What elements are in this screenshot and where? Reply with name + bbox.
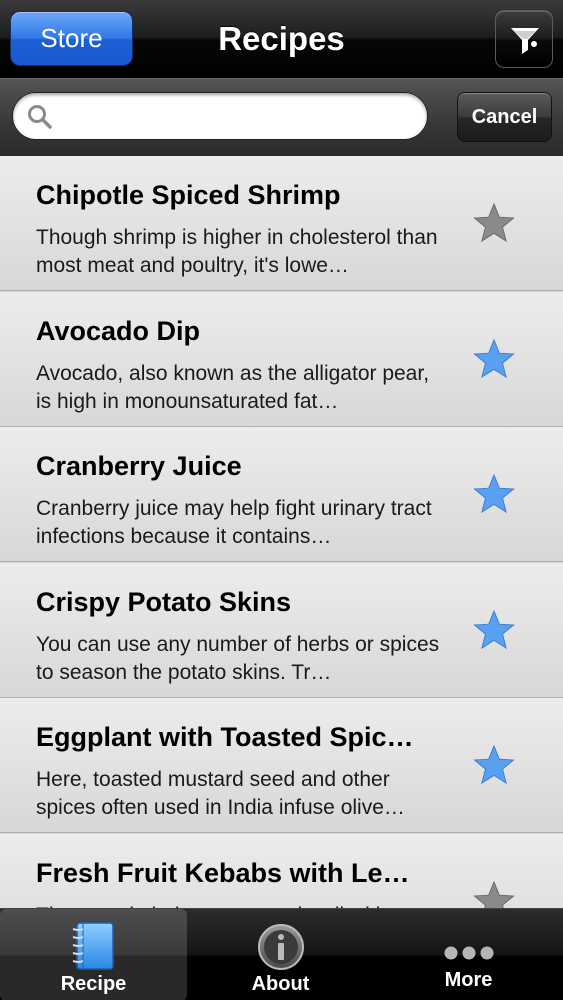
recipe-row[interactable]: Chipotle Spiced Shrimp Though shrimp is h… xyxy=(0,156,563,291)
recipe-title: Chipotle Spiced Shrimp xyxy=(36,180,341,210)
tab-recipe[interactable]: Recipe xyxy=(0,909,187,1000)
info-icon xyxy=(257,924,304,970)
filter-button[interactable] xyxy=(495,10,553,68)
tab-about[interactable]: About xyxy=(187,909,374,1000)
favorite-star-icon[interactable] xyxy=(472,338,516,380)
star-icon[interactable] xyxy=(472,202,516,244)
recipe-book-icon xyxy=(72,922,114,970)
tab-about-label: About xyxy=(251,973,310,995)
star-icon[interactable] xyxy=(472,880,516,908)
tab-more-label: More xyxy=(444,969,493,991)
navigation-bar: Store Recipes xyxy=(0,0,563,78)
tab-more[interactable]: More xyxy=(374,909,563,1000)
favorite-star-icon[interactable] xyxy=(472,744,516,786)
recipe-row[interactable]: Fresh Fruit Kebabs with Le…The oven keba… xyxy=(0,834,563,908)
search-input[interactable] xyxy=(61,99,416,133)
recipe-description: Avocado, also known as the alligator pea… xyxy=(36,362,430,413)
tab-recipe-label: Recipe xyxy=(60,973,127,995)
recipe-title: Crispy Potato Skins xyxy=(36,587,292,617)
recipe-row[interactable]: Crispy Potato Skins You can use any numbe… xyxy=(0,563,563,698)
recipe-row[interactable]: Eggplant with Toasted Spic… Here, toasted… xyxy=(0,698,563,833)
favorite-star-icon[interactable] xyxy=(472,473,516,515)
search-icon xyxy=(28,105,52,129)
search-field[interactable] xyxy=(12,92,428,140)
recipe-description: You can use any number of herbs or spice… xyxy=(36,633,440,684)
favorite-star-icon[interactable] xyxy=(472,609,516,651)
recipe-row[interactable]: Avocado Dip Avocado, also known as the al… xyxy=(0,292,563,427)
recipe-list[interactable]: Chipotle Spiced Shrimp Though shrimp is h… xyxy=(0,156,563,908)
recipe-title: Cranberry Juice xyxy=(36,451,242,481)
more-dots-icon xyxy=(444,946,493,960)
recipe-row[interactable]: Cranberry Juice Cranberry juice may help … xyxy=(0,427,563,562)
search-bar: Cancel xyxy=(0,78,563,156)
funnel-icon xyxy=(511,28,539,54)
recipe-title: Eggplant with Toasted Spic… xyxy=(36,722,414,752)
page-title: Recipes xyxy=(218,20,345,57)
recipe-description: Though shrimp is higher in cholesterol t… xyxy=(36,226,438,277)
recipe-title: Avocado Dip xyxy=(36,316,201,346)
recipe-title: Fresh Fruit Kebabs with Le… xyxy=(36,858,410,888)
tab-bar: Recipe About More xyxy=(0,908,563,1000)
recipe-description: Here, toasted mustard seed and other spi… xyxy=(36,768,405,819)
cancel-button[interactable]: Cancel xyxy=(457,92,552,142)
recipe-description: Cranberry juice may help fight urinary t… xyxy=(36,497,432,548)
